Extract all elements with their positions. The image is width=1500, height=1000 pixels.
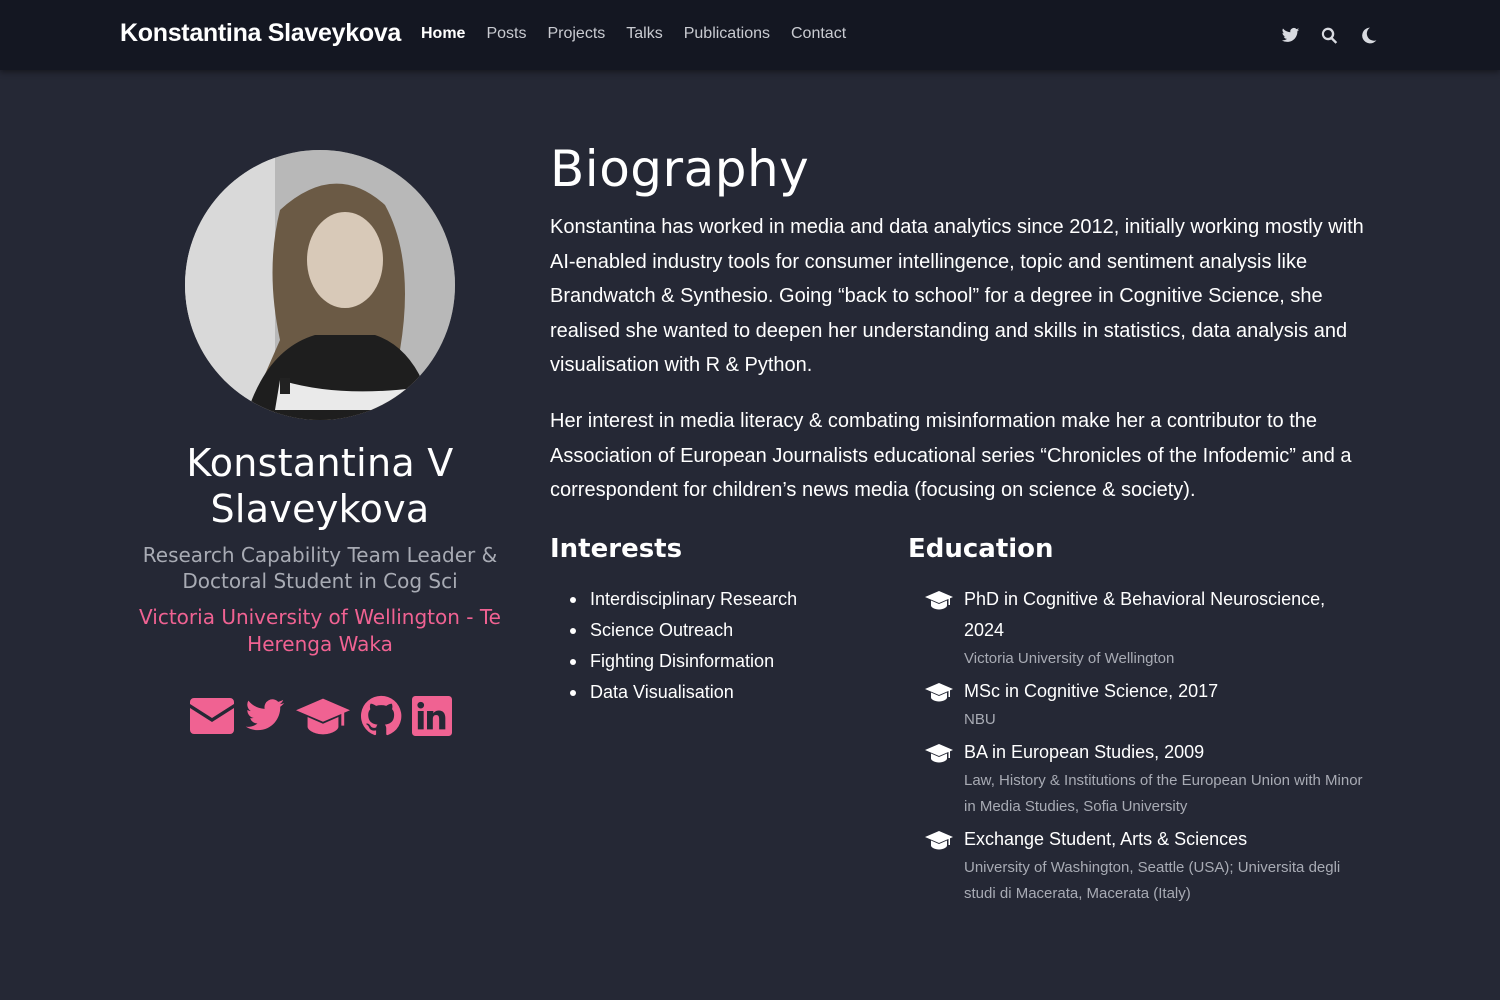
graduation-cap-icon[interactable]	[296, 695, 350, 742]
biography-paragraph-1: Konstantina has worked in media and data…	[550, 216, 1364, 376]
search-icon[interactable]	[1317, 23, 1341, 47]
education-school: Victoria University of Wellington	[964, 650, 1175, 667]
biography-paragraph-2: Her interest in media literacy & combati…	[550, 410, 1352, 501]
nav-link-publications[interactable]: Publications	[684, 25, 770, 43]
list-item: Data Visualisation	[570, 677, 797, 708]
twitter-icon[interactable]	[244, 695, 286, 742]
nav-link-contact[interactable]: Contact	[791, 25, 846, 43]
education-degree: MSc in Cognitive Science, 2017	[964, 681, 1219, 701]
education-school: Law, History & Institutions of the Europ…	[964, 772, 1363, 815]
education-degree: PhD in Cognitive & Behavioral Neuroscien…	[964, 589, 1326, 640]
education-title: Education	[908, 534, 1054, 564]
github-icon[interactable]	[360, 695, 402, 742]
navbar: Konstantina Slaveykova Home Posts Projec…	[0, 0, 1500, 70]
nav-links: Home Posts Projects Talks Publications C…	[421, 25, 867, 43]
envelope-icon[interactable]	[190, 695, 234, 742]
profile-organization[interactable]: Victoria University of Wellington - Te H…	[120, 604, 520, 658]
education-school: University of Washington, Seattle (USA);…	[964, 859, 1341, 902]
graduation-cap-icon	[925, 742, 953, 764]
avatar-photo	[185, 150, 455, 420]
education-item: BA in European Studies, 2009 Law, Histor…	[925, 737, 1365, 820]
nav-link-projects[interactable]: Projects	[547, 25, 605, 43]
moon-icon[interactable]	[1356, 23, 1380, 47]
nav-link-home[interactable]: Home	[421, 25, 465, 43]
graduation-cap-icon	[925, 829, 953, 851]
list-item: Interdisciplinary Research	[570, 584, 797, 615]
twitter-icon[interactable]	[1278, 23, 1302, 47]
graduation-cap-icon	[925, 681, 953, 703]
list-item: Science Outreach	[570, 615, 797, 646]
avatar	[185, 150, 455, 420]
linkedin-icon[interactable]	[412, 695, 452, 742]
education-item: Exchange Student, Arts & Sciences Univer…	[925, 824, 1365, 907]
interests-list: Interdisciplinary Research Science Outre…	[570, 584, 797, 708]
profile-name: Konstantina V Slaveykova	[186, 441, 454, 531]
list-item: Fighting Disinformation	[570, 646, 797, 677]
education-degree: Exchange Student, Arts & Sciences	[964, 829, 1248, 849]
graduation-cap-icon	[925, 589, 953, 611]
social-links	[190, 695, 462, 742]
site-brand[interactable]: Konstantina Slaveykova	[120, 19, 401, 48]
nav-link-talks[interactable]: Talks	[626, 25, 662, 43]
interests-title: Interests	[550, 534, 683, 564]
education-item: PhD in Cognitive & Behavioral Neuroscien…	[925, 584, 1365, 672]
nav-icons	[1263, 23, 1380, 47]
education-item: MSc in Cognitive Science, 2017 NBU	[925, 676, 1365, 733]
biography-title: Biography	[550, 140, 810, 198]
education-school: NBU	[964, 711, 996, 728]
education-degree: BA in European Studies, 2009	[964, 742, 1205, 762]
profile-role: Research Capability Team Leader & Doctor…	[142, 543, 498, 593]
nav-link-posts[interactable]: Posts	[486, 25, 526, 43]
